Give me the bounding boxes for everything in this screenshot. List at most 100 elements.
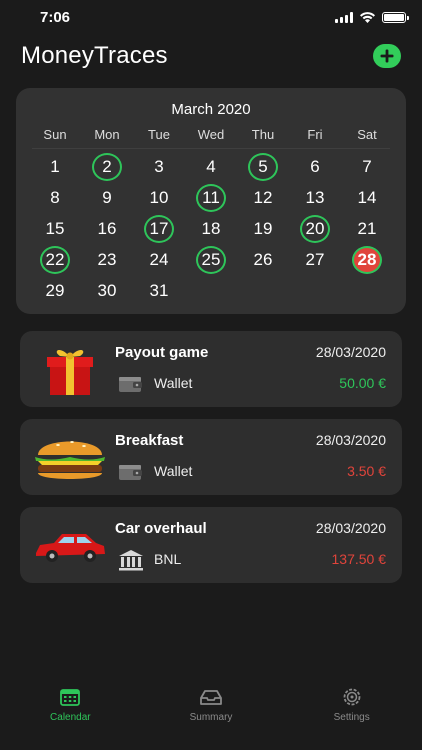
calendar-card: March 2020 Sun Mon Tue Wed Thu Fri Sat 1…	[16, 88, 406, 314]
app-title: MoneyTraces	[21, 42, 168, 69]
tab-label: Settings	[333, 712, 370, 723]
calendar-day-number: 31	[149, 280, 169, 300]
calendar-day-number: 11	[196, 183, 226, 212]
calendar-week-row: 29 30 31	[16, 275, 406, 306]
weekday-label: Thu	[251, 127, 275, 142]
calendar-day[interactable]: 9	[81, 182, 133, 213]
calendar-day[interactable]: 15	[29, 213, 81, 244]
plus-icon	[380, 49, 394, 63]
weekday-label: Sat	[357, 127, 377, 142]
calendar-day[interactable]: 18	[185, 213, 237, 244]
status-time: 7:06	[40, 9, 71, 26]
weekday-label: Tue	[148, 127, 170, 142]
transaction-card[interactable]: Car overhaul 28/03/2020 BNL 137.50 €	[20, 507, 402, 583]
calendar-day-number: 23	[97, 249, 117, 269]
calendar-day[interactable]: 24	[133, 244, 185, 275]
calendar-day[interactable]: 25	[185, 244, 237, 275]
calendar-day[interactable]: 5	[237, 151, 289, 182]
calendar-day[interactable]: 3	[133, 151, 185, 182]
status-icons	[335, 11, 409, 23]
calendar-week-row: 22 23 24 25 26 27 28	[16, 244, 406, 275]
calendar-day[interactable]: 23	[81, 244, 133, 275]
calendar-day[interactable]: 29	[29, 275, 81, 306]
calendar-day-number: 29	[45, 280, 65, 300]
calendar-week-row: 8 9 10 11 12 13 14	[16, 182, 406, 213]
calendar-day-number: 25	[196, 245, 226, 274]
calendar-empty-cell	[289, 275, 341, 306]
calendar-day[interactable]: 11	[185, 182, 237, 213]
calendar-day[interactable]: 12	[237, 182, 289, 213]
calendar-day[interactable]: 16	[81, 213, 133, 244]
transaction-title: Car overhaul	[115, 520, 207, 537]
weekday-header: Sun Mon Tue Wed Thu Fri Sat	[16, 127, 406, 145]
calendar-day-number: 30	[97, 280, 117, 300]
calendar-day-number: 5	[248, 152, 278, 181]
gear-icon	[343, 688, 361, 706]
transaction-account: Wallet	[154, 375, 193, 391]
transaction-date: 28/03/2020	[315, 344, 386, 360]
calendar-icon	[60, 689, 81, 706]
calendar-day[interactable]: 26	[237, 244, 289, 275]
tab-bar: Calendar Summary Settings	[0, 680, 422, 750]
calendar-day[interactable]: 2	[81, 151, 133, 182]
transaction-title: Payout game	[115, 344, 209, 361]
calendar-day[interactable]: 8	[29, 182, 81, 213]
calendar-day-number: 2	[92, 152, 122, 181]
calendar-days: 1 2 3 4 5 6 7 8 9 10 11 12 13 14 15 16 17 18 19 20 21 22 23 24 2…	[16, 151, 406, 306]
tab-label: Calendar	[50, 712, 91, 723]
calendar-day[interactable]: 19	[237, 213, 289, 244]
calendar-day-today[interactable]: 28	[341, 244, 393, 275]
calendar-week-row: 15 16 17 18 19 20 21	[16, 213, 406, 244]
calendar-day-number: 18	[201, 218, 221, 238]
car-icon	[36, 534, 105, 562]
calendar-week-row: 1 2 3 4 5 6 7	[16, 151, 406, 182]
weekday-label: Sun	[43, 127, 67, 142]
calendar-day-number: 10	[149, 187, 169, 207]
battery-icon	[382, 11, 409, 23]
transaction-card[interactable]: Breakfast 28/03/2020 Wallet 3.50 €	[20, 419, 402, 495]
calendar-day-number: 22	[40, 245, 70, 274]
calendar-day-number: 16	[97, 218, 117, 238]
transaction-amount: 50.00 €	[339, 375, 386, 391]
calendar-day[interactable]: 20	[289, 213, 341, 244]
calendar-day[interactable]: 22	[29, 244, 81, 275]
calendar-divider	[32, 148, 390, 149]
burger-icon	[35, 441, 105, 479]
tab-summary[interactable]: Summary	[141, 680, 282, 750]
calendar-day-number: 8	[50, 187, 60, 207]
transaction-title: Breakfast	[115, 432, 184, 449]
calendar-day[interactable]: 31	[133, 275, 185, 306]
calendar-day-number: 3	[154, 156, 164, 176]
transaction-card[interactable]: Payout game 28/03/2020 Wallet 50.00 €	[20, 331, 402, 407]
calendar-day[interactable]: 4	[185, 151, 237, 182]
calendar-day[interactable]: 17	[133, 213, 185, 244]
calendar-day-number: 15	[45, 218, 65, 238]
calendar-day-number: 9	[102, 187, 112, 207]
transaction-date: 28/03/2020	[315, 520, 386, 536]
transaction-date: 28/03/2020	[315, 432, 386, 448]
calendar-month-label: March 2020	[171, 101, 251, 118]
add-transaction-button[interactable]	[373, 44, 401, 68]
weekday-label: Mon	[94, 127, 120, 142]
calendar-day[interactable]: 6	[289, 151, 341, 182]
calendar-day-number: 7	[362, 156, 372, 176]
calendar-empty-cell	[237, 275, 289, 306]
transaction-account: Wallet	[154, 463, 193, 479]
calendar-day-number: 13	[305, 187, 325, 207]
calendar-day[interactable]: 13	[289, 182, 341, 213]
tab-settings[interactable]: Settings	[281, 680, 422, 750]
calendar-day[interactable]: 10	[133, 182, 185, 213]
tab-calendar[interactable]: Calendar	[0, 680, 141, 750]
calendar-day[interactable]: 27	[289, 244, 341, 275]
calendar-day[interactable]: 1	[29, 151, 81, 182]
calendar-day[interactable]: 14	[341, 182, 393, 213]
transaction-account: BNL	[154, 551, 182, 567]
calendar-day-number: 12	[253, 187, 273, 207]
weekday-label: Wed	[197, 127, 225, 142]
tray-icon	[200, 690, 222, 705]
calendar-day[interactable]: 21	[341, 213, 393, 244]
calendar-day[interactable]: 7	[341, 151, 393, 182]
wallet-icon	[119, 377, 142, 392]
calendar-day[interactable]: 30	[81, 275, 133, 306]
calendar-day-number: 6	[310, 156, 320, 176]
